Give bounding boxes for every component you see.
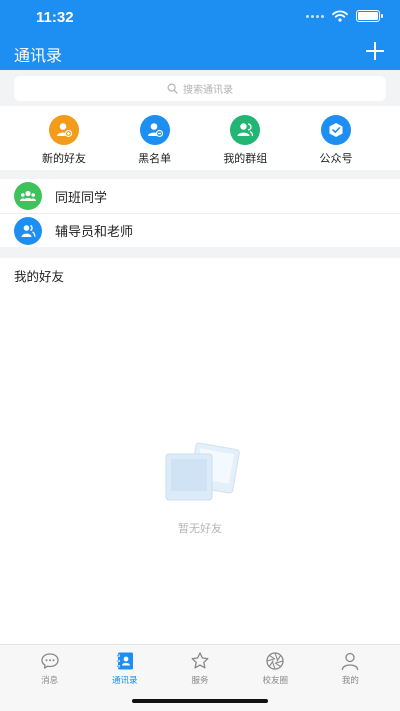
tab-label: 我的 [341,676,359,686]
quick-actions: 新的好友 黑名单 我的群组 公众号 [0,106,400,170]
my-groups-button[interactable]: 我的群组 [209,106,281,170]
search-area: 搜索通讯录 [0,70,400,106]
tab-mine[interactable]: 我的 [313,645,388,711]
photos-placeholder-icon [165,442,240,501]
blacklist-button[interactable]: 黑名单 [119,106,191,170]
official-accounts-button[interactable]: 公众号 [300,106,372,170]
tab-messages[interactable]: 消息 [12,645,87,711]
list-item-teachers[interactable]: 辅导员和老师 [0,213,400,247]
section-title: 我的好友 [14,269,65,284]
tab-label: 消息 [41,676,59,686]
empty-state-text: 暂无好友 [178,522,222,535]
contacts-book-icon [115,651,135,671]
status-time: 11:32 [36,9,74,26]
list-item-label: 同班同学 [55,190,108,206]
teachers-icon [14,216,42,245]
chat-bubble-icon [40,651,60,671]
classmates-icon [14,182,42,210]
search-icon [167,83,178,94]
tab-label: 通讯录 [112,676,138,686]
friends-section: 我的好友 暂无好友 [0,258,400,644]
page-title: 通讯录 [14,46,63,65]
wifi-icon [332,10,348,22]
add-user-icon [49,115,79,145]
list-item-classmates[interactable]: 同班同学 [0,179,400,213]
tab-label: 服务 [191,676,209,686]
quick-action-label: 公众号 [319,152,353,165]
aperture-icon [265,651,285,671]
list-item-label: 辅导员和老师 [55,225,134,240]
status-icons [306,10,383,22]
star-icon [190,651,210,671]
person-icon [340,651,360,671]
quick-action-label: 新的好友 [42,152,86,165]
tab-label: 校友圈 [262,676,288,686]
contact-groups-list: 同班同学 辅导员和老师 [0,179,400,247]
plus-icon[interactable] [364,40,386,62]
quick-action-label: 黑名单 [138,152,172,165]
top-bar: 11:32 通讯录 [0,0,400,70]
shield-check-icon [320,115,351,145]
new-friends-button[interactable]: 新的好友 [28,106,100,170]
block-user-icon [139,115,170,145]
search-placeholder: 搜索通讯录 [183,85,233,96]
group-icon [230,115,261,145]
home-indicator [132,699,268,703]
quick-action-label: 我的群组 [223,152,268,165]
battery-icon [356,10,383,22]
signal-icon [306,14,324,18]
search-input[interactable]: 搜索通讯录 [14,76,386,101]
